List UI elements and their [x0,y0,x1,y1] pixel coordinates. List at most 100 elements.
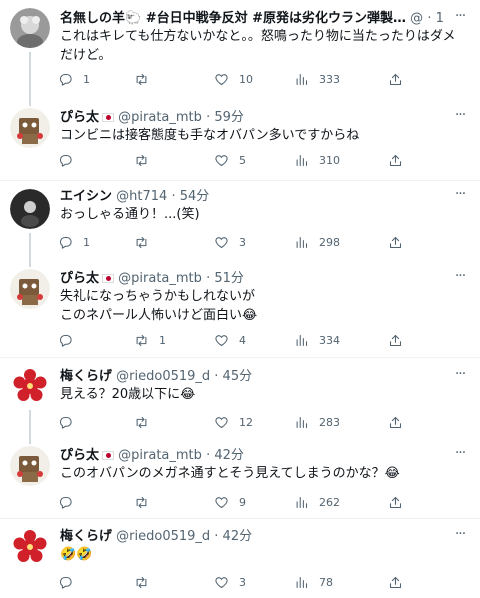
reply-button[interactable]: 1 [58,232,90,252]
timestamp[interactable]: · 59分 [206,110,244,125]
views-button[interactable]: 262 [294,492,340,512]
share-icon [389,334,402,346]
display-name[interactable]: 梅くらげ [60,529,112,544]
handle[interactable]: @pirata_mtb [118,448,202,463]
views-button[interactable]: 298 [294,232,340,252]
reply-button[interactable] [58,150,83,170]
tweet[interactable]: 梅くらげ @riedo0519_d · 45分 ··· 見える？20歳以下に😂 … [0,358,480,438]
avatar[interactable] [10,446,50,486]
more-icon[interactable]: ··· [450,9,470,29]
like-button[interactable]: 5 [214,150,246,170]
tweet-header: 梅くらげ @riedo0519_d · 42分 [60,527,444,547]
heart-icon [215,73,228,85]
timestamp[interactable]: · 42分 [206,448,244,463]
avatar[interactable] [10,108,50,148]
like-button[interactable]: 12 [214,412,253,432]
retweet-icon [136,334,147,346]
views-button[interactable]: 283 [294,412,340,432]
like-button[interactable]: 4 [214,330,246,350]
tweet-text: おっしゃる通り！...(笑) [60,207,200,222]
like-button[interactable]: 9 [214,492,246,512]
reply-icon [59,334,72,347]
view-count: 283 [319,415,340,429]
timestamp[interactable]: · 1時間 [427,11,444,26]
avatar[interactable] [10,8,50,48]
reply-button[interactable]: 1 [58,69,90,89]
tweet-text: コンビニは接客態度も手なオバパン多いですからね [60,128,360,143]
avatar[interactable] [10,527,50,567]
share-button[interactable] [388,232,403,252]
display-name[interactable]: 梅くらげ [60,369,112,384]
views-button[interactable]: 310 [294,150,340,170]
tweet-text: 失礼になっちゃうかもしれないが このネパール人怖いけど面白い😂 [60,289,258,323]
reply-button[interactable] [58,492,83,512]
like-count: 5 [239,153,246,167]
tweet[interactable]: ぴら太 @pirata_mtb · 42分 ··· このオバパンのメガネ通すとそ… [0,438,480,518]
more-icon[interactable]: ··· [450,108,470,128]
retweet-button[interactable] [134,412,159,432]
timestamp[interactable]: · 45分 [214,369,252,384]
display-name[interactable]: ぴら太 [60,448,99,463]
like-button[interactable]: 3 [214,232,246,252]
like-button[interactable]: 3 [214,572,246,592]
retweet-button[interactable] [134,492,159,512]
retweet-button[interactable]: 1 [134,330,166,350]
more-icon[interactable]: ··· [450,367,470,387]
avatar[interactable] [10,269,50,309]
reply-icon [59,154,72,167]
handle[interactable]: @pirata_mtb [118,271,202,286]
view-count: 333 [319,72,340,86]
avatar[interactable] [10,366,50,406]
share-button[interactable] [388,330,403,350]
retweet-button[interactable] [134,150,159,170]
more-icon[interactable]: ··· [450,446,470,466]
handle[interactable]: @riedo0519_d [116,529,210,544]
timestamp[interactable]: · 42分 [214,529,252,544]
like-count: 10 [239,72,253,86]
display-name[interactable]: 名無しの羊🐑 #台日中戦争反対 #原発は劣化ウラン弾製… [60,11,406,26]
share-button[interactable] [388,492,403,512]
views-button[interactable]: 334 [294,330,340,350]
tweet-header: ぴら太 @pirata_mtb · 51分 [60,269,444,289]
avatar[interactable] [10,189,50,229]
japan-flag-icon [102,113,115,122]
tweet[interactable]: ぴら太 @pirata_mtb · 51分 ··· 失礼になっちゃうかもしれない… [0,261,480,357]
tweet[interactable]: エイシン @ht714 · 54分 ··· おっしゃる通り！...(笑) 1 3… [0,181,480,261]
retweet-button[interactable] [134,232,159,252]
retweet-button[interactable] [134,572,159,592]
share-icon [389,154,402,166]
views-button[interactable]: 78 [294,572,333,592]
timestamp[interactable]: · 54分 [171,189,209,204]
retweet-button[interactable] [134,69,159,89]
tweet-text: 🤣🤣 [60,547,93,562]
share-button[interactable] [388,572,403,592]
reply-button[interactable] [58,330,83,350]
display-name[interactable]: ぴら太 [60,271,99,286]
views-button[interactable]: 333 [294,69,340,89]
more-icon[interactable]: ··· [450,187,470,207]
like-button[interactable]: 10 [214,69,253,89]
share-button[interactable] [388,69,403,89]
handle[interactable]: @pirata_mtb [118,110,202,125]
reply-button[interactable] [58,412,83,432]
more-icon[interactable]: ··· [450,269,470,289]
tweet[interactable]: 名無しの羊🐑 #台日中戦争反対 #原発は劣化ウラン弾製… @ · 1時間 ···… [0,0,480,100]
timestamp[interactable]: · 51分 [206,271,244,286]
action-bar: 1 4 334 [58,330,418,350]
display-name[interactable]: エイシン [60,189,112,204]
share-button[interactable] [388,150,403,170]
handle[interactable]: @ [410,11,423,26]
tweet[interactable]: 梅くらげ @riedo0519_d · 42分 ··· 🤣🤣 3 78 [0,519,480,598]
reply-button[interactable] [58,572,83,592]
tweet-text: これはキレても仕方ないかなと。。怒鳴ったり物に当たったりはダメだけど。 [60,29,456,63]
more-icon[interactable]: ··· [450,527,470,547]
handle[interactable]: @riedo0519_d [116,369,210,384]
display-name[interactable]: ぴら太 [60,110,99,125]
tweet[interactable]: ぴら太 @pirata_mtb · 59分 ··· コンビニは接客態度も手なオバ… [0,100,480,180]
share-button[interactable] [388,412,403,432]
heart-icon [215,236,228,248]
action-bar: 3 78 [58,572,418,592]
heart-icon [215,334,228,346]
handle[interactable]: @ht714 [116,189,167,204]
thread-line [29,52,31,100]
